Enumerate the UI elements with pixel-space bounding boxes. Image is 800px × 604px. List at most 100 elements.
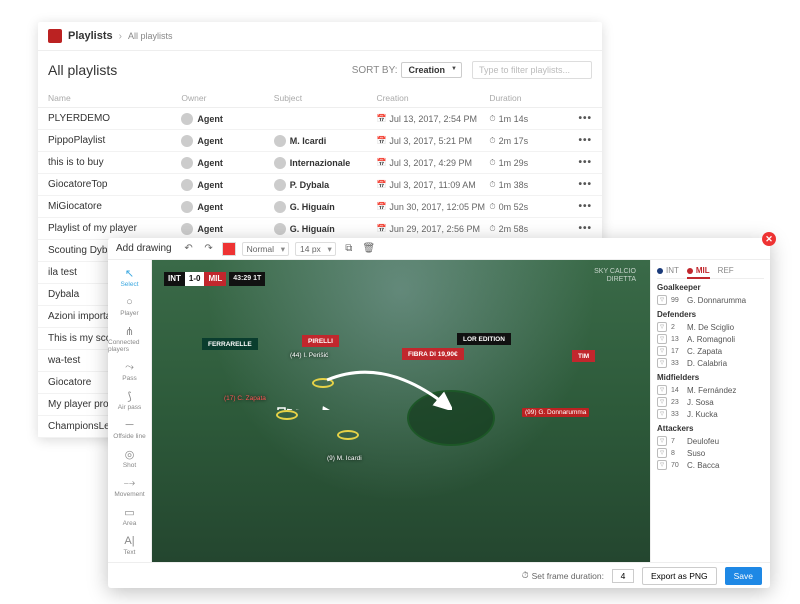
save-button[interactable]: Save — [725, 567, 762, 585]
table-row[interactable]: Playlist of my playerAgentG. Higuaín📅Jun… — [38, 218, 602, 240]
video-canvas[interactable]: INT 1-0 MIL 43:29 1T SKY CALCIODIRETTA F… — [152, 260, 650, 562]
avatar-icon — [181, 135, 193, 147]
playlist-name: GiocatoreTop — [48, 179, 181, 190]
row-more-icon[interactable]: ••• — [561, 201, 592, 212]
avatar-icon — [274, 135, 286, 147]
table-row[interactable]: MiGiocatoreAgentG. Higuaín📅Jun 30, 2017,… — [38, 196, 602, 218]
tool-area[interactable]: ▭Area — [108, 503, 151, 529]
frame-duration-input[interactable] — [612, 569, 634, 583]
undo-icon[interactable]: ↶ — [182, 242, 196, 256]
row-more-icon[interactable]: ••• — [561, 223, 592, 234]
jersey-icon: ▽ — [657, 358, 667, 368]
sort-dropdown[interactable]: Creation — [401, 62, 462, 78]
avatar-icon — [274, 223, 286, 235]
shot-icon: ◎ — [123, 447, 137, 461]
playlist-duration: ⏱1m 38s — [489, 180, 561, 190]
roster-group-title: Attackers — [657, 424, 764, 433]
tool-shot[interactable]: ◎Shot — [108, 445, 151, 471]
col-duration[interactable]: Duration — [489, 93, 561, 103]
line-style-select[interactable]: Normal — [242, 242, 289, 256]
col-creation[interactable]: Creation — [376, 93, 489, 103]
roster-player[interactable]: ▽14M. Fernández — [657, 384, 764, 396]
roster-tabs: INT MIL REF — [657, 266, 764, 279]
player-name: M. Fernández — [687, 386, 736, 395]
roster-player[interactable]: ▽13A. Romagnoli — [657, 333, 764, 345]
roster-player[interactable]: ▽8Suso — [657, 447, 764, 459]
roster-player[interactable]: ▽7Deulofeu — [657, 435, 764, 447]
clock-icon: ⏱ — [489, 158, 495, 168]
row-more-icon[interactable]: ••• — [561, 179, 592, 190]
tool-pass[interactable]: ⤳Pass — [108, 358, 151, 384]
table-row[interactable]: PippoPlaylistAgentM. Icardi📅Jul 3, 2017,… — [38, 130, 602, 152]
tool-palette: ↖Select ○Player ⋔Connected players ⤳Pass ⟆Ai… — [108, 260, 152, 562]
goalkeeper-label: (99) G. Donnarumma — [522, 408, 589, 417]
player-number: 8 — [671, 450, 683, 457]
app-logo-icon — [48, 29, 62, 43]
player-name: G. Donnarumma — [687, 296, 746, 305]
close-button[interactable]: ✕ — [762, 232, 776, 246]
playlists-header: All playlists SORT BY: Creation Type to … — [38, 51, 602, 89]
col-name[interactable]: Name — [48, 93, 181, 103]
font-size-select[interactable]: 14 px — [295, 242, 336, 256]
filter-input[interactable]: Type to filter playlists... — [472, 61, 592, 79]
roster-group-title: Goalkeeper — [657, 283, 764, 292]
tool-label: Area — [123, 520, 137, 527]
avatar-icon — [274, 201, 286, 213]
frame-duration-label: ⏱Set frame duration: — [522, 570, 604, 581]
roster-player[interactable]: ▽99G. Donnarumma — [657, 294, 764, 306]
tab-int[interactable]: INT — [657, 266, 679, 275]
roster-panel: INT MIL REF Goalkeeper ▽99G. Donnarumma De… — [650, 260, 770, 562]
row-more-icon[interactable]: ••• — [561, 113, 592, 124]
roster-player[interactable]: ▽2M. De Sciglio — [657, 321, 764, 333]
player-name: D. Calabria — [687, 359, 727, 368]
copy-icon[interactable]: ⧉ — [342, 242, 356, 256]
sort-control: SORT BY: Creation — [352, 62, 462, 78]
table-row[interactable]: GiocatoreTopAgentP. Dybala📅Jul 3, 2017, … — [38, 174, 602, 196]
tab-mil[interactable]: MIL — [687, 266, 710, 279]
roster-player[interactable]: ▽23J. Sosa — [657, 396, 764, 408]
col-owner[interactable]: Owner — [181, 93, 273, 103]
player-highlight[interactable] — [337, 430, 359, 440]
jersey-icon: ▽ — [657, 448, 667, 458]
playlist-name: MiGiocatore — [48, 201, 181, 212]
jersey-icon: ▽ — [657, 385, 667, 395]
ad-board: LOR EDITION — [457, 333, 511, 345]
roster-group-title: Defenders — [657, 310, 764, 319]
roster-player[interactable]: ▽70C. Bacca — [657, 459, 764, 471]
col-subject[interactable]: Subject — [274, 93, 377, 103]
table-row[interactable]: this is to buyAgentInternazionale📅Jul 3,… — [38, 152, 602, 174]
tool-connected[interactable]: ⋔Connected players — [108, 322, 151, 355]
tool-airpass[interactable]: ⟆Air pass — [108, 387, 151, 413]
tab-ref[interactable]: REF — [718, 266, 734, 275]
roster-player[interactable]: ▽17C. Zapata — [657, 345, 764, 357]
tool-label: Text — [124, 549, 136, 556]
editor-toolbar: Add drawing ↶ ↷ Normal 14 px ⧉ 🗑 — [108, 238, 770, 260]
redo-icon[interactable]: ↷ — [202, 242, 216, 256]
export-png-button[interactable]: Export as PNG — [642, 567, 717, 585]
delete-icon[interactable]: 🗑 — [362, 242, 376, 256]
jersey-icon: ▽ — [657, 436, 667, 446]
tool-select[interactable]: ↖Select — [108, 264, 151, 290]
tool-player[interactable]: ○Player — [108, 293, 151, 319]
ad-board: TIM — [572, 350, 595, 362]
roster-player[interactable]: ▽33D. Calabria — [657, 357, 764, 369]
player-highlight[interactable] — [276, 410, 298, 420]
breadcrumb-root[interactable]: Playlists — [68, 30, 113, 42]
player-number: 13 — [671, 336, 683, 343]
playlist-name: Playlist of my player — [48, 223, 181, 234]
tool-text[interactable]: A|Text — [108, 532, 151, 558]
tool-movement[interactable]: ⤍Movement — [108, 474, 151, 500]
table-row[interactable]: PLYERDEMOAgent📅Jul 13, 2017, 2:54 PM⏱1m … — [38, 108, 602, 130]
tool-offside[interactable]: ─Offside line — [108, 416, 151, 442]
avatar-icon — [274, 179, 286, 191]
playlist-subject: M. Icardi — [274, 135, 377, 147]
row-more-icon[interactable]: ••• — [561, 157, 592, 168]
text-icon: A| — [123, 534, 137, 548]
table-header-row: Name Owner Subject Creation Duration — [38, 89, 602, 108]
player-label: (9) M. Icardi — [327, 455, 362, 462]
color-swatch[interactable] — [222, 242, 236, 256]
row-more-icon[interactable]: ••• — [561, 135, 592, 146]
roster-player[interactable]: ▽33J. Kucka — [657, 408, 764, 420]
player-name: C. Zapata — [687, 347, 722, 356]
player-name: J. Kucka — [687, 410, 718, 419]
